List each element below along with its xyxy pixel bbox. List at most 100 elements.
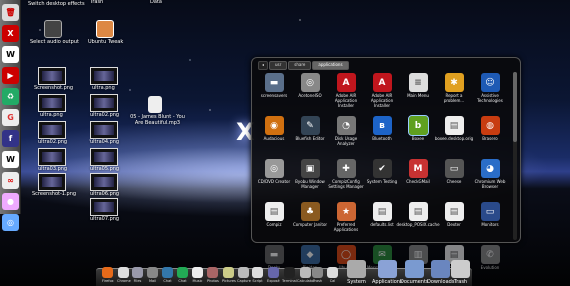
- wiki-icon[interactable]: W: [2, 151, 19, 168]
- file-thumbnail[interactable]: [38, 94, 66, 112]
- file-label[interactable]: ultra04.png: [90, 139, 119, 146]
- dock-item[interactable]: Photos: [207, 267, 219, 283]
- app-item[interactable]: ◕ Chromium Web Browser: [472, 159, 508, 199]
- dock-app-icon: [223, 267, 235, 278]
- dock-stack[interactable]: Documents: [400, 260, 429, 285]
- web-icon[interactable]: ◎: [2, 214, 19, 231]
- app-item[interactable]: ▬ screensavers: [256, 73, 292, 113]
- breadcrumb-usr[interactable]: usr: [269, 61, 288, 70]
- file-label[interactable]: ultra.png: [92, 85, 115, 92]
- app-item[interactable]: ʙ Bluetooth: [364, 116, 400, 156]
- dock-item[interactable]: Files: [132, 267, 143, 283]
- dock-item[interactable]: Firefox: [102, 267, 114, 283]
- audio-output-label[interactable]: Select audio output: [30, 39, 79, 46]
- app-label: boxee.desktop.orig: [434, 136, 474, 141]
- app-label: screensavers: [260, 93, 288, 98]
- dock-item[interactable]: Trash: [312, 267, 323, 283]
- file-thumbnail[interactable]: [90, 198, 118, 216]
- mp3-label[interactable]: 05 - James Blunt - You Are Beautiful.mp3: [130, 114, 185, 127]
- youtube-icon[interactable]: ▶: [2, 67, 19, 84]
- app-item[interactable]: ▭ Monitors: [472, 202, 508, 242]
- wikipedia-icon[interactable]: W: [2, 46, 19, 63]
- dock-item[interactable]: Pictures: [222, 267, 236, 283]
- file-thumbnail[interactable]: [90, 94, 118, 112]
- file-label[interactable]: ultra06.png: [90, 191, 119, 198]
- dock-item[interactable]: Script: [252, 267, 263, 283]
- preferred-apps-icon: ★: [336, 202, 356, 221]
- app-item[interactable]: ▤ defaults.list: [364, 202, 400, 242]
- app-item[interactable]: ≡ Main Menu: [400, 73, 436, 113]
- app-item[interactable]: ◎ AcetoneISO: [292, 73, 328, 113]
- dock-item[interactable]: Chat: [162, 267, 173, 283]
- ubuntu-tweak-icon[interactable]: [96, 20, 114, 38]
- app-item[interactable]: ★ Preferred Applications: [328, 202, 364, 242]
- app-item[interactable]: ✎ Bluefish Editor: [292, 116, 328, 156]
- x-app-icon[interactable]: X: [2, 25, 19, 42]
- app-item[interactable]: ✔ System Testing: [364, 159, 400, 199]
- trash-label[interactable]: Trash: [90, 0, 103, 6]
- app-item[interactable]: ✆ Evolution: [472, 245, 508, 285]
- app-item[interactable]: ♣ Computer Janitor: [292, 202, 328, 242]
- google-icon[interactable]: G: [2, 109, 19, 126]
- file-thumbnail[interactable]: [90, 148, 118, 166]
- file-label[interactable]: ultra.png: [40, 112, 63, 119]
- app-item[interactable]: ▤ desktop_POSIX.cache: [396, 202, 440, 242]
- file-thumbnail[interactable]: [38, 148, 66, 166]
- dock-item[interactable]: Mail: [147, 267, 158, 283]
- app-item[interactable]: A Adobe AIR Application Installer: [328, 73, 364, 113]
- app-item[interactable]: ◍ Brasero: [472, 116, 508, 156]
- breadcrumb-share[interactable]: share: [288, 61, 312, 70]
- facebook-icon[interactable]: f: [2, 130, 19, 147]
- audio-file-icon[interactable]: [148, 96, 162, 113]
- app-item[interactable]: ✱ Report a problem...: [436, 73, 472, 113]
- breadcrumb-back-button[interactable]: ◂: [258, 61, 269, 70]
- app-item[interactable]: ✚ CompizConfig Settings Manager: [328, 159, 364, 199]
- switch-effects-label[interactable]: Switch desktop effects: [28, 1, 88, 8]
- app-item[interactable]: ▤ Compiz: [256, 202, 292, 242]
- adobe-air-icon: A: [372, 73, 392, 92]
- scrollbar[interactable]: [513, 72, 517, 240]
- data-label[interactable]: Data: [150, 0, 162, 6]
- file-label[interactable]: ultra03.png: [38, 166, 67, 173]
- dock-item[interactable]: Exposé: [267, 267, 280, 283]
- file-thumbnail[interactable]: [38, 67, 66, 85]
- breadcrumb-applications[interactable]: applications: [312, 61, 349, 70]
- file-label[interactable]: Screenshot.png: [34, 85, 73, 92]
- ubuntu-tweak-label[interactable]: Ubuntu Tweak: [88, 39, 123, 46]
- file-label[interactable]: Screenshot-1.png: [32, 191, 76, 198]
- app-item[interactable]: M CheckGMail: [400, 159, 436, 199]
- file-thumbnail[interactable]: [90, 67, 118, 85]
- app-item[interactable]: ▤ boxee.desktop.orig: [434, 116, 474, 156]
- file-thumbnail[interactable]: [38, 173, 66, 191]
- app-item[interactable]: A Adobe AIR Application Installer: [364, 73, 400, 113]
- app-item[interactable]: ◔ Disk Usage Analyzer: [328, 116, 364, 156]
- app-item[interactable]: ▤ Dexter: [436, 202, 472, 242]
- file-label[interactable]: ultra02.png: [90, 112, 119, 119]
- trash-dock-icon[interactable]: 🗑: [2, 4, 19, 21]
- dock-item[interactable]: Chat: [177, 267, 188, 283]
- app-item[interactable]: ◉ Audacious: [256, 116, 292, 156]
- app-item[interactable]: ◎ CD/DVD Creator: [256, 159, 292, 199]
- file-thumbnail[interactable]: [38, 121, 66, 139]
- app-item[interactable]: ▣ Byobu Window Manager: [292, 159, 328, 199]
- dock-item[interactable]: Capture: [237, 267, 251, 283]
- flickr-icon[interactable]: ●: [2, 193, 19, 210]
- file-thumbnail[interactable]: [90, 173, 118, 191]
- recycle-icon[interactable]: ♻: [2, 88, 19, 105]
- dock-item[interactable]: Music: [192, 267, 203, 283]
- file-thumbnail[interactable]: [90, 121, 118, 139]
- app-item[interactable]: b Boxee: [400, 115, 436, 156]
- file-label[interactable]: ultra07.png: [90, 216, 119, 223]
- dock-stack[interactable]: System: [347, 260, 366, 285]
- dock-item[interactable]: Terminal: [282, 267, 297, 283]
- dock-stack[interactable]: Trash: [451, 260, 470, 285]
- file-label[interactable]: ultra02.png: [38, 139, 67, 146]
- dock-item[interactable]: Chrome: [117, 267, 131, 283]
- lastfm-icon[interactable]: ∞: [2, 172, 19, 189]
- app-item[interactable]: ▭ Cheese: [436, 159, 472, 199]
- dock-stack[interactable]: Applications: [372, 260, 403, 285]
- app-item[interactable]: ☺ Assistive Technologies: [472, 73, 508, 113]
- file-label[interactable]: ultra05.png: [90, 166, 119, 173]
- dock-item[interactable]: Cal: [327, 267, 338, 283]
- speaker-icon[interactable]: [44, 20, 62, 38]
